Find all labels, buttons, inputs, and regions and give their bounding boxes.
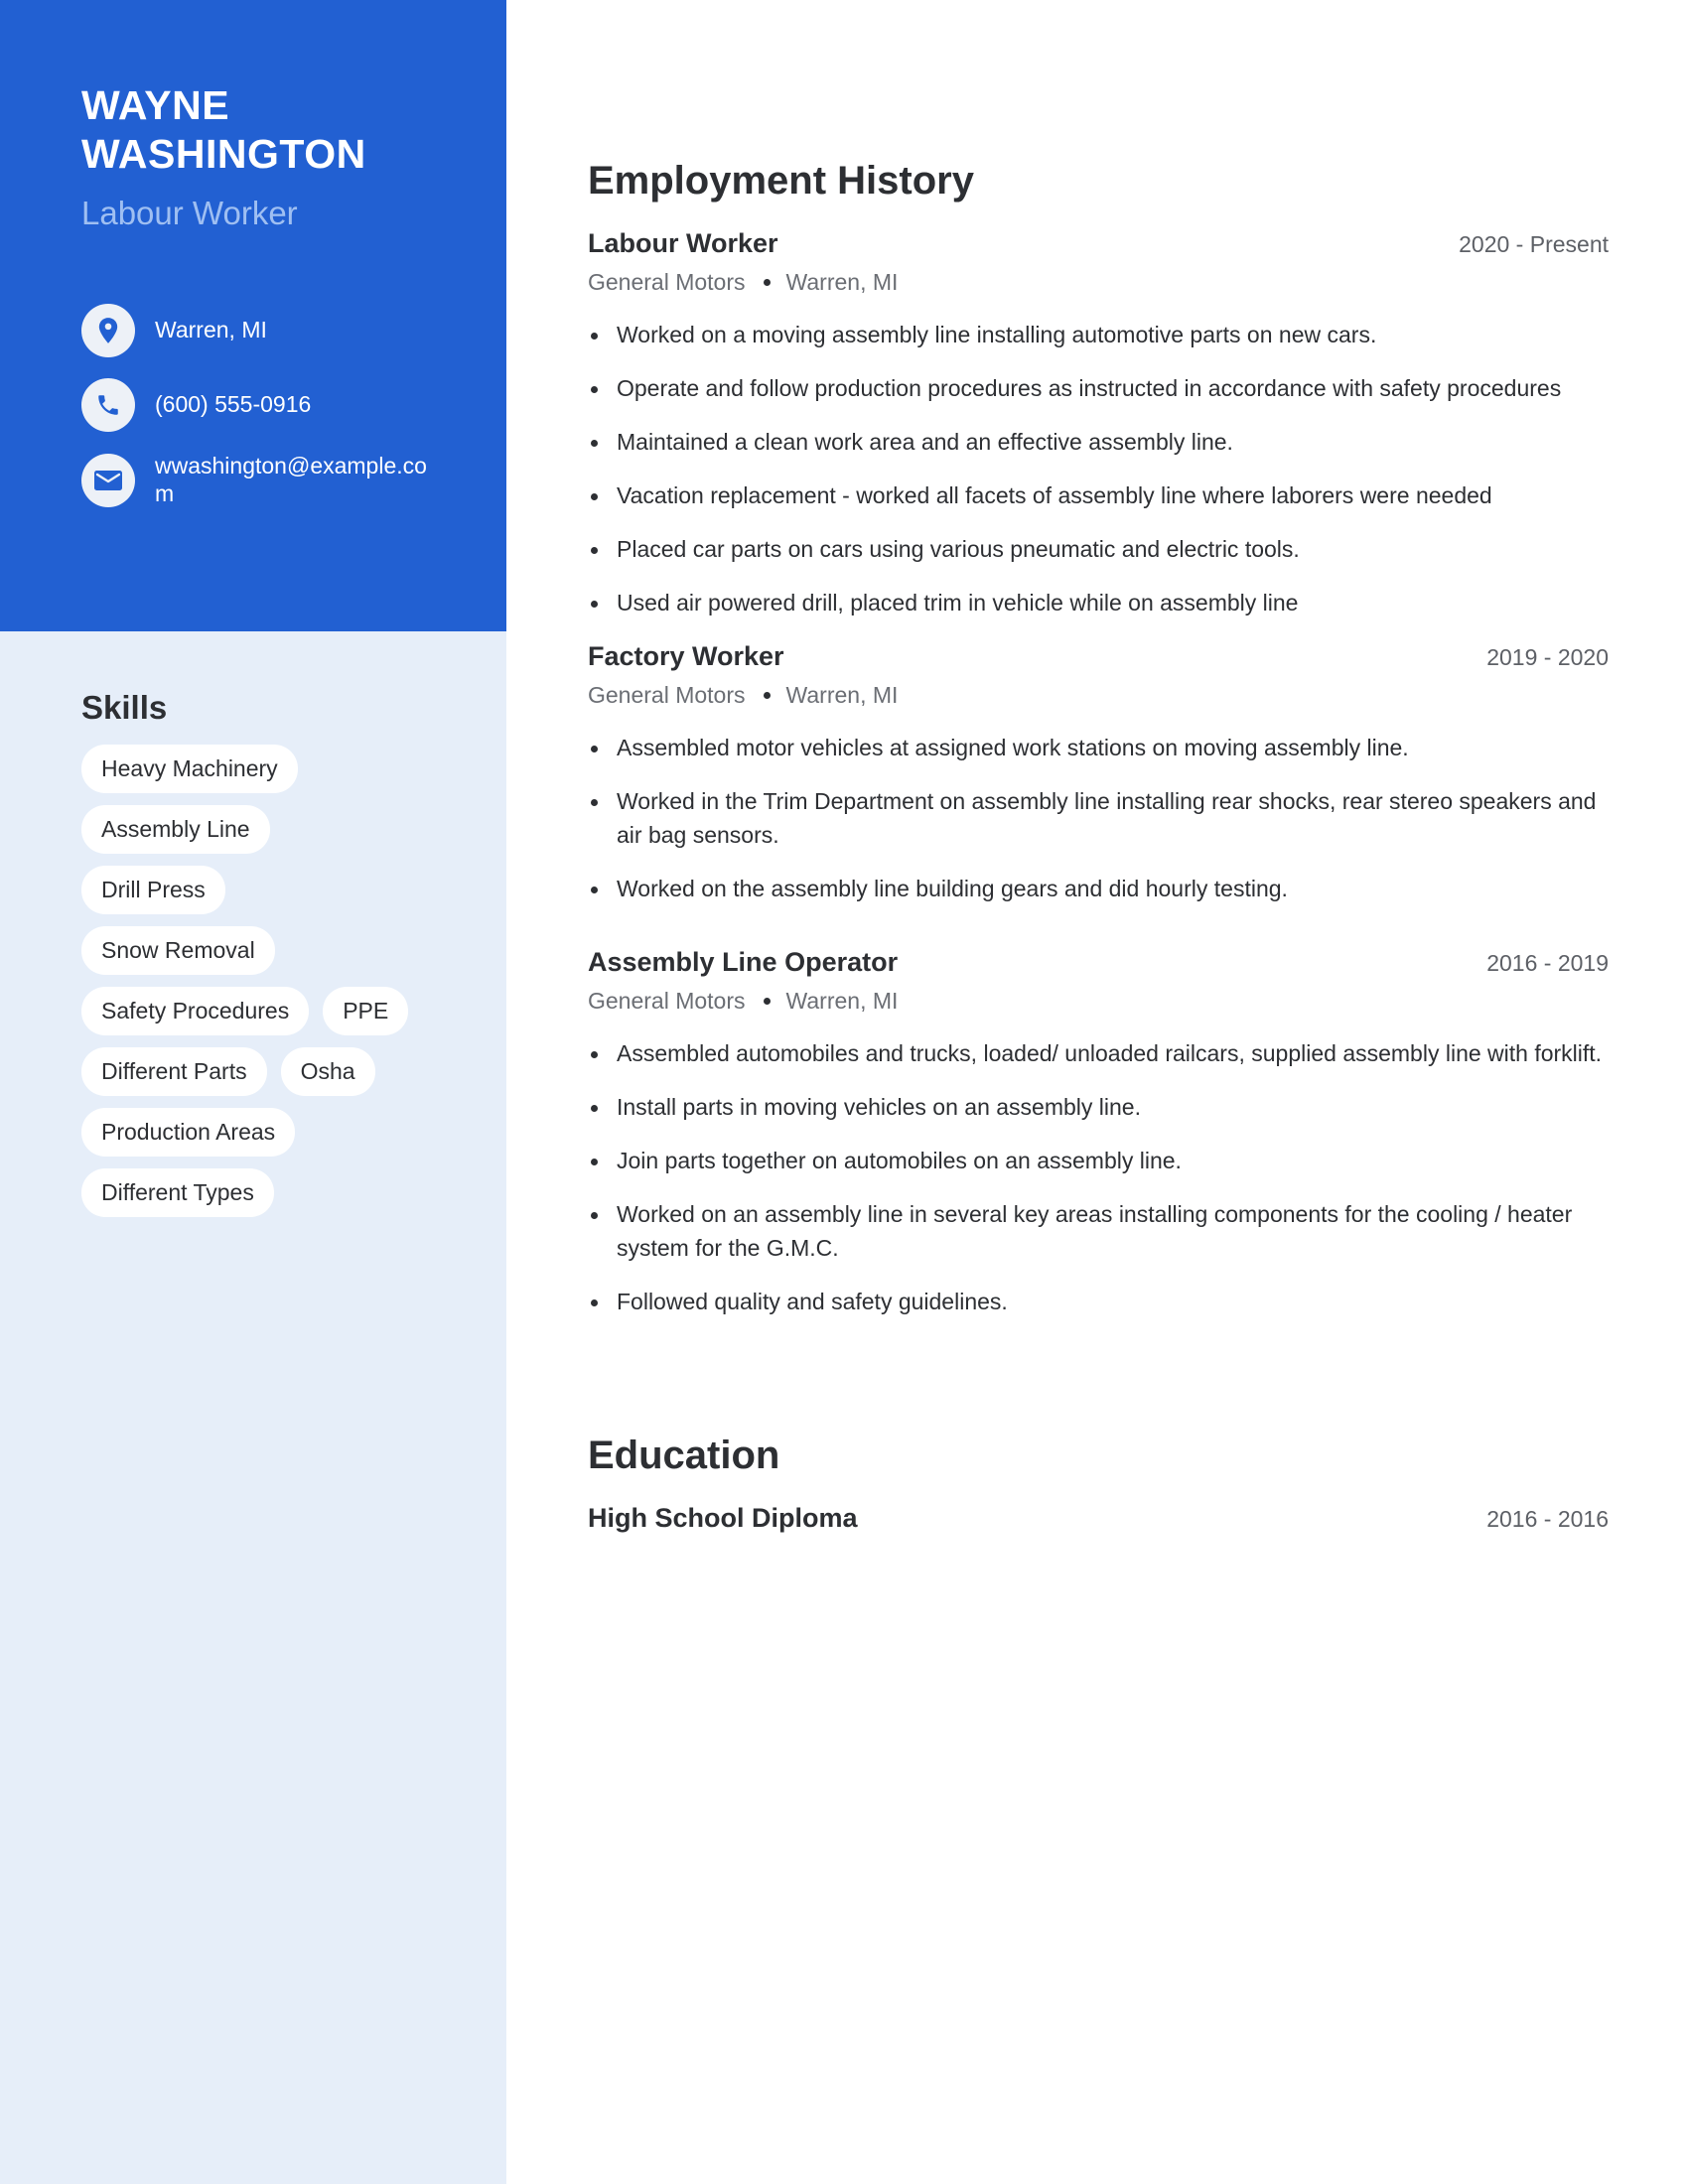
job-dates: 2016 - 2019 bbox=[1486, 950, 1609, 976]
skills-list: Heavy Machinery Assembly Line Drill Pres… bbox=[81, 745, 459, 1217]
skill-tag: Different Parts bbox=[81, 1047, 267, 1096]
job-company: General Motors bbox=[588, 269, 746, 295]
skill-tag: PPE bbox=[323, 987, 409, 1035]
job-bullet: Install parts in moving vehicles on an a… bbox=[588, 1090, 1609, 1124]
job-company: General Motors bbox=[588, 682, 746, 708]
job-bullet: Assembled motor vehicles at assigned wor… bbox=[588, 731, 1609, 764]
job-bullet: Operate and follow production procedures… bbox=[588, 371, 1609, 405]
skills-heading: Skills bbox=[81, 689, 168, 726]
contact-phone: (600) 555-0916 bbox=[81, 378, 459, 432]
sidebar-header: WAYNE WASHINGTON Labour Worker Warren, M… bbox=[0, 0, 506, 631]
contact-location-text: Warren, MI bbox=[155, 317, 267, 342]
job-bullet: Followed quality and safety guidelines. bbox=[588, 1285, 1609, 1318]
job-bullets: Worked on a moving assembly line install… bbox=[588, 318, 1609, 619]
job-entry: Labour Worker 2020 - Present General Mot… bbox=[588, 228, 1609, 639]
email-icon bbox=[81, 454, 135, 507]
contact-phone-text: (600) 555-0916 bbox=[155, 391, 312, 417]
contact-location: Warren, MI bbox=[81, 304, 459, 357]
skill-tag: Safety Procedures bbox=[81, 987, 310, 1035]
job-entry: Assembly Line Operator 2016 - 2019 Gener… bbox=[588, 947, 1609, 1338]
job-title: Assembly Line Operator bbox=[588, 947, 899, 977]
separator-dot bbox=[763, 692, 771, 699]
education-heading: Education bbox=[588, 1433, 780, 1477]
separator-dot bbox=[763, 998, 771, 1005]
skill-tag: Assembly Line bbox=[81, 805, 270, 854]
contact-email: wwashington@example.com bbox=[81, 452, 459, 507]
candidate-headline: Labour Worker bbox=[81, 195, 298, 231]
job-bullet: Worked on a moving assembly line install… bbox=[588, 318, 1609, 351]
job-bullet: Maintained a clean work area and an effe… bbox=[588, 425, 1609, 459]
job-bullet: Placed car parts on cars using various p… bbox=[588, 532, 1609, 566]
skill-tag: Production Areas bbox=[81, 1108, 296, 1157]
contact-email-text[interactable]: wwashington@example.com bbox=[155, 452, 433, 507]
job-bullet: Worked in the Trim Department on assembl… bbox=[588, 784, 1609, 852]
separator-dot bbox=[763, 279, 771, 286]
job-entry: Factory Worker 2019 - 2020 General Motor… bbox=[588, 641, 1609, 925]
employment-heading: Employment History bbox=[588, 159, 974, 203]
job-bullet: Assembled automobiles and trucks, loaded… bbox=[588, 1036, 1609, 1070]
skill-tag: Heavy Machinery bbox=[81, 745, 298, 793]
job-location: Warren, MI bbox=[785, 988, 899, 1014]
job-bullet: Worked on an assembly line in several ke… bbox=[588, 1197, 1609, 1265]
skill-tag: Drill Press bbox=[81, 866, 225, 914]
skill-tag: Snow Removal bbox=[81, 926, 275, 975]
phone-icon bbox=[81, 378, 135, 432]
job-bullet: Worked on the assembly line building gea… bbox=[588, 872, 1609, 905]
candidate-name: WAYNE WASHINGTON bbox=[81, 82, 366, 177]
job-location: Warren, MI bbox=[785, 682, 899, 708]
job-bullet: Join parts together on automobiles on an… bbox=[588, 1144, 1609, 1177]
job-dates: 2020 - Present bbox=[1459, 231, 1609, 257]
sidebar: WAYNE WASHINGTON Labour Worker Warren, M… bbox=[0, 0, 506, 2184]
job-company: General Motors bbox=[588, 988, 746, 1014]
job-bullets: Assembled automobiles and trucks, loaded… bbox=[588, 1036, 1609, 1318]
education-entry: High School Diploma 2016 - 2016 bbox=[588, 1503, 1609, 1534]
education-degree: High School Diploma bbox=[588, 1503, 858, 1533]
location-pin-icon bbox=[81, 304, 135, 357]
job-dates: 2019 - 2020 bbox=[1486, 644, 1609, 670]
job-location: Warren, MI bbox=[785, 269, 899, 295]
job-bullets: Assembled motor vehicles at assigned wor… bbox=[588, 731, 1609, 905]
job-bullet: Used air powered drill, placed trim in v… bbox=[588, 586, 1609, 619]
skill-tag: Different Types bbox=[81, 1168, 274, 1217]
job-bullet: Vacation replacement - worked all facets… bbox=[588, 478, 1609, 512]
job-title: Labour Worker bbox=[588, 228, 778, 258]
education-dates: 2016 - 2016 bbox=[1486, 1506, 1609, 1532]
skill-tag: Osha bbox=[280, 1047, 375, 1096]
job-title: Factory Worker bbox=[588, 641, 784, 671]
